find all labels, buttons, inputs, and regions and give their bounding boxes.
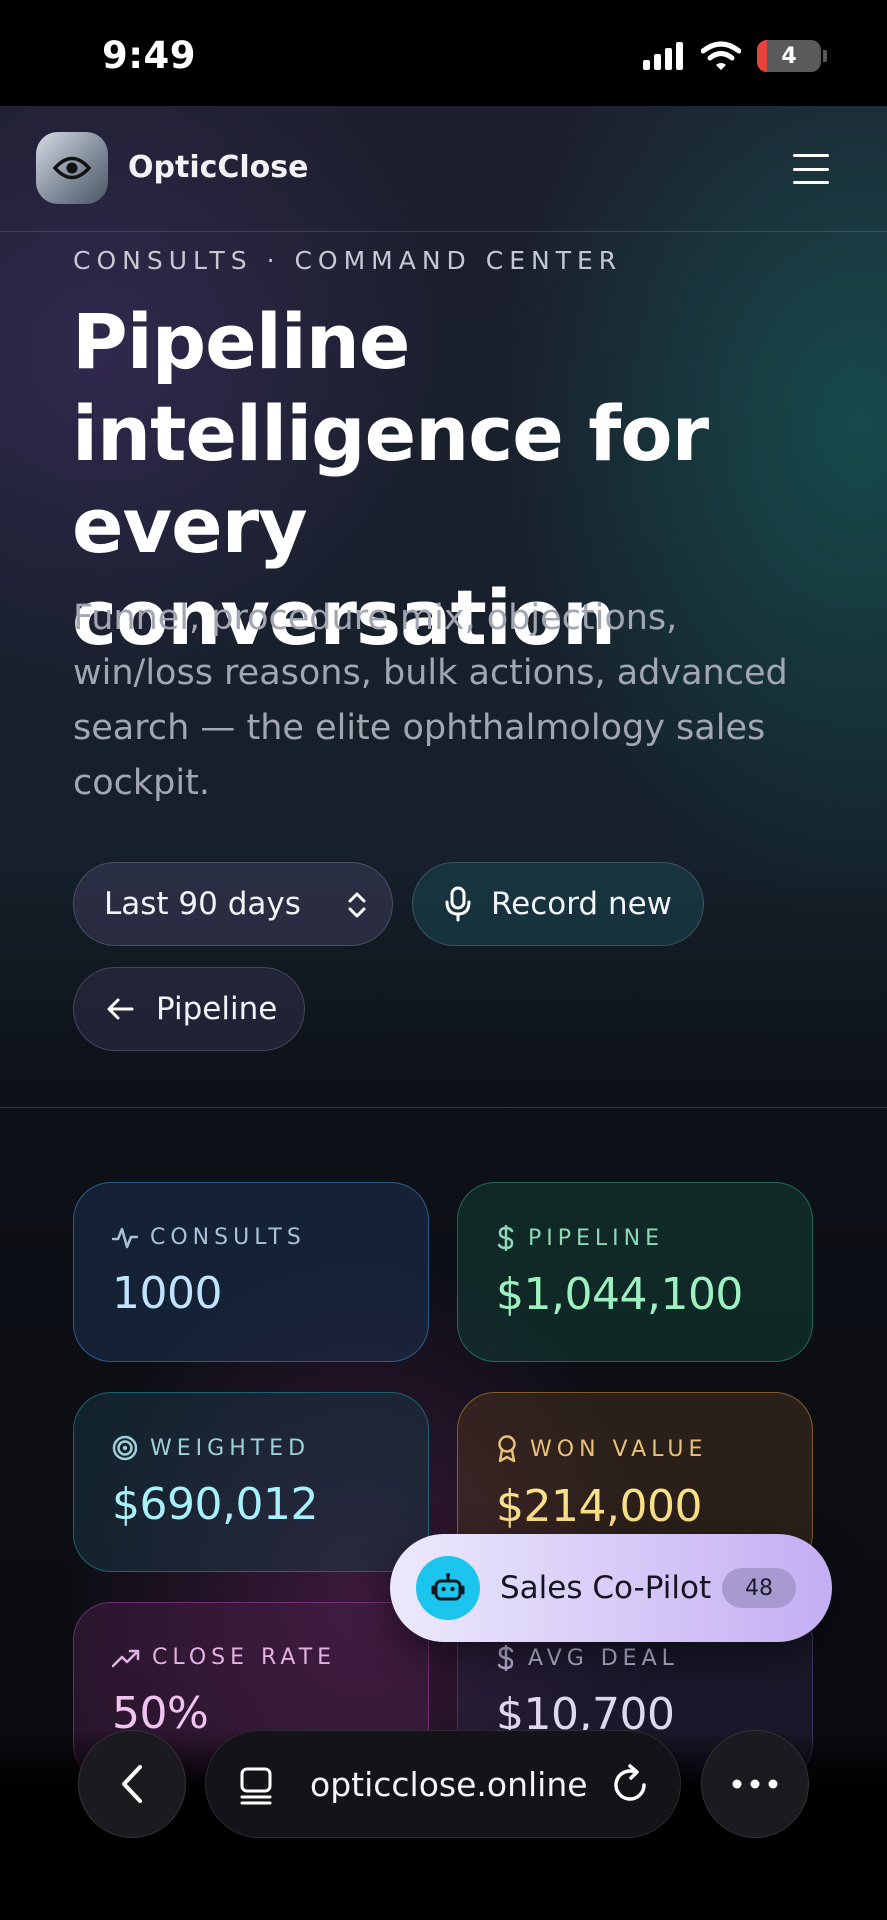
stat-card-consults[interactable]: CONSULTS 1000 <box>73 1182 429 1362</box>
stat-value: $1,044,100 <box>496 1269 743 1320</box>
trending-up-icon <box>112 1649 140 1667</box>
date-range-value: Last 90 days <box>104 886 301 922</box>
stat-label: WEIGHTED <box>150 1435 311 1461</box>
stat-label: CONSULTS <box>150 1225 306 1250</box>
section-eyebrow: CONSULTS · COMMAND CENTER <box>73 246 623 275</box>
stat-label-row: PIPELINE <box>496 1225 812 1251</box>
target-icon <box>112 1435 138 1461</box>
battery-level: 4 <box>781 43 797 69</box>
arrow-left-icon <box>107 998 134 1020</box>
microphone-icon <box>445 886 471 922</box>
reload-icon[interactable] <box>610 1763 650 1805</box>
status-bar: 9:49 4 <box>0 0 887 106</box>
robot-icon <box>416 1556 480 1620</box>
status-time: 9:49 <box>102 34 197 77</box>
stat-label: WON VALUE <box>530 1436 708 1462</box>
hamburger-menu-icon[interactable] <box>793 154 829 184</box>
page-subtitle: Funnel, procedure mix, objections, win/l… <box>73 598 788 803</box>
stat-label: AVG DEAL <box>528 1645 679 1671</box>
stat-label-row: AVG DEAL <box>496 1645 812 1671</box>
stat-card-weighted[interactable]: WEIGHTED $690,012 <box>73 1392 429 1572</box>
record-new-button[interactable]: Record new <box>412 862 704 946</box>
pipeline-label: Pipeline <box>156 991 278 1027</box>
battery-indicator: 4 <box>757 40 821 72</box>
record-new-label: Record new <box>491 886 673 922</box>
browser-toolbar: opticclose.online <box>0 1730 887 1920</box>
stat-value: $214,000 <box>496 1481 702 1532</box>
logo[interactable] <box>36 132 108 204</box>
top-nav: OpticClose <box>0 106 887 232</box>
browser-more-button[interactable] <box>701 1730 809 1838</box>
wifi-icon <box>701 41 741 70</box>
stat-label-row: WEIGHTED <box>112 1435 428 1461</box>
browser-back-button[interactable] <box>78 1730 186 1838</box>
chevron-up-down-icon <box>348 892 366 918</box>
stat-label-row: CLOSE RATE <box>112 1645 428 1670</box>
stat-value: $690,012 <box>112 1479 318 1530</box>
date-range-select[interactable]: Last 90 days <box>73 862 393 946</box>
status-icons: 4 <box>643 40 827 72</box>
stat-label-row: WON VALUE <box>496 1435 812 1463</box>
cellular-signal-icon <box>643 42 683 70</box>
stat-label: CLOSE RATE <box>152 1645 337 1670</box>
dollar-icon <box>497 1645 514 1671</box>
back-to-pipeline-button[interactable]: Pipeline <box>73 967 305 1051</box>
battery-cap <box>823 50 827 62</box>
url-text: opticclose.online <box>310 1765 588 1804</box>
eye-icon <box>53 156 91 180</box>
tabs-icon <box>240 1767 272 1805</box>
app-viewport: OpticClose CONSULTS · COMMAND CENTER Pip… <box>0 106 887 1786</box>
stat-label: PIPELINE <box>528 1225 665 1251</box>
pulse-icon <box>112 1227 138 1248</box>
stat-value: 1000 <box>112 1268 222 1319</box>
award-icon <box>498 1435 516 1463</box>
chevron-left-icon <box>122 1765 142 1803</box>
section-divider <box>0 1107 887 1108</box>
dollar-icon <box>497 1225 514 1251</box>
copilot-count-badge: 48 <box>722 1568 796 1608</box>
more-horizontal-icon <box>732 1779 778 1789</box>
sales-copilot-button[interactable]: Sales Co-Pilot 48 <box>390 1534 832 1642</box>
copilot-label: Sales Co-Pilot <box>500 1570 712 1606</box>
stat-card-pipeline[interactable]: PIPELINE $1,044,100 <box>457 1182 813 1362</box>
address-bar[interactable]: opticclose.online <box>205 1730 681 1838</box>
stat-label-row: CONSULTS <box>112 1225 428 1250</box>
brand-name[interactable]: OpticClose <box>128 150 309 185</box>
